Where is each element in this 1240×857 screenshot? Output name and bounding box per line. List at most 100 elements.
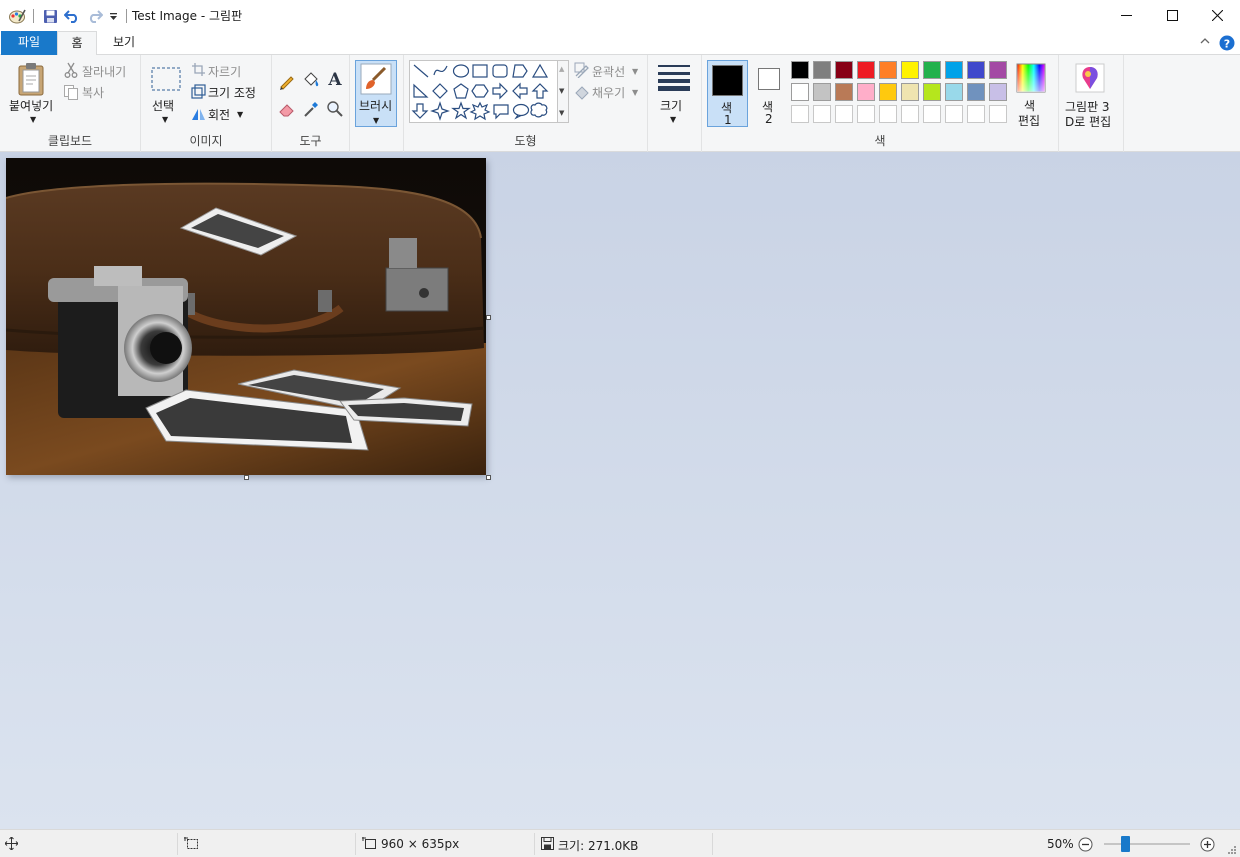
minimize-button[interactable]: [1103, 0, 1149, 31]
undo-icon[interactable]: [62, 6, 82, 26]
title-bar: Test Image - 그림판: [0, 0, 1240, 31]
collapse-ribbon-icon[interactable]: [1199, 35, 1211, 50]
palette-color-swatch[interactable]: [945, 83, 963, 101]
redo-icon[interactable]: [85, 6, 105, 26]
palette-color-swatch[interactable]: [923, 83, 941, 101]
palette-color-swatch[interactable]: [791, 61, 809, 79]
edit-colors-line2[interactable]: 편집: [1018, 112, 1040, 129]
tab-home[interactable]: 홈: [57, 31, 97, 56]
palette-empty-swatch[interactable]: [857, 105, 875, 123]
palette-color-swatch[interactable]: [989, 83, 1007, 101]
palette-color-swatch[interactable]: [967, 83, 985, 101]
palette-color-swatch[interactable]: [879, 61, 897, 79]
palette-color-swatch[interactable]: [835, 83, 853, 101]
status-divider: [534, 833, 535, 855]
color-picker-icon[interactable]: [302, 100, 320, 121]
select-dropdown-icon[interactable]: ▼: [162, 115, 168, 124]
select-icon[interactable]: [151, 67, 181, 94]
resize-handle-corner[interactable]: [486, 475, 491, 480]
zoom-out-button[interactable]: [1078, 837, 1093, 855]
help-icon[interactable]: ?: [1219, 35, 1235, 54]
crop-button[interactable]: 자르기: [208, 63, 241, 80]
tab-file[interactable]: 파일: [1, 31, 57, 55]
paint3d-icon[interactable]: [1075, 63, 1105, 96]
brushes-group: 브러시 ▼: [350, 55, 404, 152]
canvas-image[interactable]: [6, 158, 486, 475]
size-dropdown-icon[interactable]: ▼: [670, 115, 676, 124]
palette-empty-swatch[interactable]: [791, 105, 809, 123]
brushes-button[interactable]: 브러시 ▼: [355, 60, 397, 127]
palette-color-swatch[interactable]: [945, 61, 963, 79]
paste-dropdown-icon[interactable]: ▼: [30, 115, 36, 124]
palette-empty-swatch[interactable]: [945, 105, 963, 123]
palette-empty-swatch[interactable]: [901, 105, 919, 123]
outline-button[interactable]: 윤곽선: [592, 63, 625, 80]
line-size-icon[interactable]: [657, 64, 691, 95]
palette-empty-swatch[interactable]: [989, 105, 1007, 123]
maximize-button[interactable]: [1149, 0, 1195, 31]
shapes-gallery-scroll[interactable]: ▲ ▼ ▼: [558, 60, 569, 123]
palette-empty-swatch[interactable]: [879, 105, 897, 123]
rotate-dropdown-icon[interactable]: ▼: [237, 110, 243, 119]
zoom-slider-thumb[interactable]: [1121, 836, 1130, 852]
palette-color-swatch[interactable]: [923, 61, 941, 79]
palette-color-swatch[interactable]: [879, 83, 897, 101]
magnifier-icon[interactable]: [326, 100, 344, 121]
paste-icon[interactable]: [16, 61, 48, 100]
outline-dropdown-icon[interactable]: ▼: [632, 67, 638, 76]
eraser-icon[interactable]: [278, 100, 296, 121]
pencil-icon[interactable]: [278, 72, 296, 93]
resize-handle-right[interactable]: [486, 315, 491, 320]
close-button[interactable]: [1194, 0, 1240, 31]
palette-color-swatch[interactable]: [989, 61, 1007, 79]
color1-button[interactable]: 색 1: [707, 60, 748, 127]
palette-color-swatch[interactable]: [857, 83, 875, 101]
palette-color-swatch[interactable]: [791, 83, 809, 101]
fill-dropdown-icon[interactable]: ▼: [632, 88, 638, 97]
palette-color-swatch[interactable]: [813, 83, 831, 101]
canvas-workspace[interactable]: [0, 152, 1240, 829]
palette-color-swatch[interactable]: [835, 61, 853, 79]
ribbon-tab-bar: 파일 홈 보기 ?: [0, 31, 1240, 56]
palette-color-swatch[interactable]: [967, 61, 985, 79]
shapes-group-label: 도형: [514, 134, 537, 148]
palette-empty-swatch[interactable]: [923, 105, 941, 123]
palette-empty-swatch[interactable]: [967, 105, 985, 123]
copy-button[interactable]: 복사: [82, 84, 104, 101]
size-button[interactable]: 크기: [660, 97, 682, 114]
status-bar: 960 × 635px 크기: 271.0KB 50%: [0, 829, 1240, 857]
zoom-level: 50%: [1047, 837, 1074, 851]
edit-colors-icon[interactable]: [1016, 63, 1046, 96]
file-size: 크기: 271.0KB: [558, 839, 639, 853]
fill-bucket-icon[interactable]: [302, 71, 320, 92]
resize-button[interactable]: 크기 조정: [208, 84, 256, 101]
zoom-slider-track[interactable]: [1104, 843, 1190, 845]
color2-button[interactable]: 색 2: [749, 60, 789, 127]
palette-color-swatch[interactable]: [813, 61, 831, 79]
save-icon[interactable]: [40, 6, 60, 26]
shapes-scroll-down-icon[interactable]: ▼: [559, 87, 564, 95]
palette-empty-swatch[interactable]: [835, 105, 853, 123]
palette-color-swatch[interactable]: [901, 83, 919, 101]
cut-button[interactable]: 잘라내기: [82, 63, 126, 80]
rotate-button[interactable]: 회전: [208, 106, 230, 123]
shapes-expand-icon[interactable]: ▼: [559, 109, 564, 117]
fill-button[interactable]: 채우기: [592, 84, 625, 101]
zoom-in-button[interactable]: [1200, 837, 1215, 855]
paint3d-line2[interactable]: D로 편집: [1065, 113, 1111, 130]
resize-grip-icon[interactable]: [1226, 844, 1237, 857]
customize-toolbar-icon[interactable]: [106, 6, 120, 26]
tab-view[interactable]: 보기: [98, 31, 150, 55]
text-tool-icon[interactable]: A: [326, 70, 344, 91]
paint3d-group: 그림판 3 D로 편집: [1059, 55, 1124, 152]
paste-button[interactable]: 붙여넣기: [9, 97, 53, 114]
select-button[interactable]: 선택: [152, 97, 174, 114]
color2-swatch: [758, 68, 780, 90]
paint-app-icon[interactable]: [6, 6, 28, 26]
palette-empty-swatch[interactable]: [813, 105, 831, 123]
palette-color-swatch[interactable]: [901, 61, 919, 79]
resize-handle-bottom[interactable]: [244, 475, 249, 480]
shapes-scroll-up-icon[interactable]: ▲: [559, 65, 564, 73]
palette-color-swatch[interactable]: [857, 61, 875, 79]
title-divider: [30, 6, 36, 26]
